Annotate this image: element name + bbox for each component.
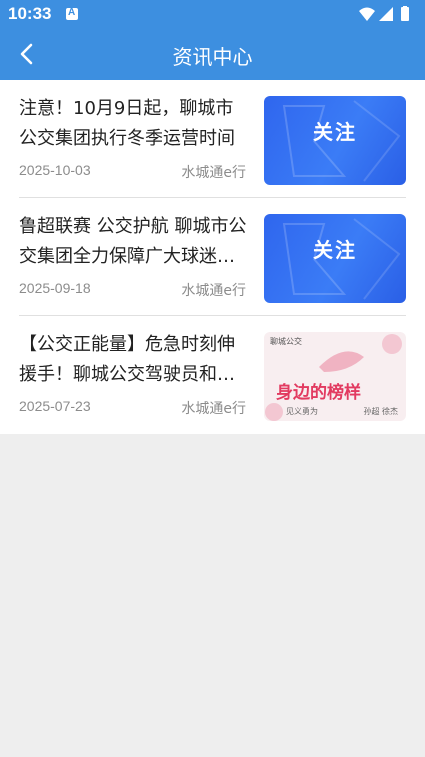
- news-thumbnail: 关注: [264, 214, 406, 303]
- news-title: 【公交正能量】危急时刻伸援手！聊城公交驾驶员和…: [19, 334, 235, 385]
- thumbnail-label: 关注: [313, 238, 357, 262]
- system-status-icons: [359, 6, 409, 21]
- news-date: 2025-09-18: [19, 280, 91, 296]
- thumbnail-headline: 身边的榜样: [276, 383, 361, 403]
- news-source: 水城通e行: [181, 283, 246, 299]
- news-thumbnail: 关注: [264, 96, 406, 185]
- news-title: 鲁超联赛 公交护航 聊城市公交集团全力保障广大球迷…: [19, 216, 247, 267]
- thumbnail-subtitle: 见义勇为: [286, 407, 318, 416]
- battery-icon: [401, 7, 409, 21]
- wifi-icon: [359, 7, 375, 21]
- page-title: 资讯中心: [172, 45, 253, 69]
- thumbnail-brand: 聊城公交: [270, 337, 302, 346]
- news-item[interactable]: 【公交正能量】危急时刻伸援手！聊城公交驾驶员和… 2025-07-23 水城通e…: [0, 316, 425, 434]
- news-source: 水城通e行: [181, 401, 246, 417]
- thumbnail-names: 孙超 徐杰: [363, 407, 398, 416]
- signal-icon: [379, 7, 393, 21]
- news-list: 注意！10月9日起，聊城市公交集团执行冬季运营时间 2025-10-03 水城通…: [0, 80, 425, 434]
- status-bar: 10:33: [0, 0, 425, 28]
- thumbnail-label: 关注: [313, 120, 357, 144]
- news-item[interactable]: 鲁超联赛 公交护航 聊城市公交集团全力保障广大球迷… 2025-09-18 水城…: [0, 198, 425, 316]
- news-date: 2025-10-03: [19, 162, 91, 178]
- news-source: 水城通e行: [181, 165, 246, 181]
- news-item[interactable]: 注意！10月9日起，聊城市公交集团执行冬季运营时间 2025-10-03 水城通…: [0, 80, 425, 198]
- news-date: 2025-07-23: [19, 398, 91, 414]
- status-time: 10:33: [8, 4, 52, 23]
- notification-icon: [66, 7, 78, 20]
- news-thumbnail: 聊城公交 身边的榜样 见义勇为 孙超 徐杰: [264, 332, 406, 421]
- app-bar: 资讯中心: [0, 28, 425, 80]
- news-title: 注意！10月9日起，聊城市公交集团执行冬季运营时间: [19, 98, 235, 149]
